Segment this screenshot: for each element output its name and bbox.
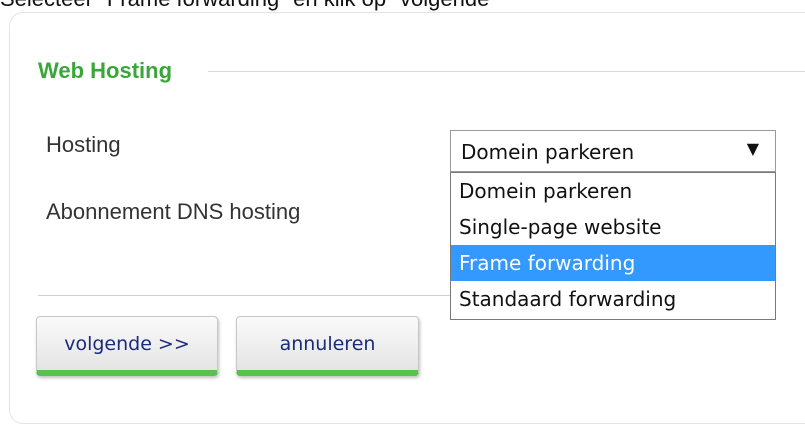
option-single-page-website[interactable]: Single-page website [451, 209, 775, 245]
form-divider [38, 295, 450, 296]
dns-hosting-label: Abonnement DNS hosting [46, 199, 301, 224]
instruction-text: Selecteer "Frame forwarding" en klik op … [0, 0, 497, 12]
section-title: Web Hosting [38, 58, 173, 83]
dropdown-arrow-icon[interactable]: ▼ [747, 139, 759, 158]
option-frame-forwarding[interactable]: Frame forwarding [451, 245, 775, 281]
hosting-select[interactable]: Domein parkeren ▼ [450, 130, 776, 172]
hosting-label: Hosting [46, 132, 121, 157]
section-title-rule [208, 71, 805, 72]
hosting-select-value: Domein parkeren [461, 140, 635, 164]
cancel-button-label: annuleren [279, 332, 376, 355]
option-standaard-forwarding[interactable]: Standaard forwarding [451, 281, 775, 317]
option-domein-parkeren[interactable]: Domein parkeren [451, 173, 775, 209]
hosting-options-list[interactable]: Domein parkeren Single-page website Fram… [450, 172, 776, 320]
next-button[interactable]: volgende >> [36, 316, 218, 376]
next-button-label: volgende >> [64, 332, 190, 355]
cancel-button[interactable]: annuleren [236, 316, 419, 376]
